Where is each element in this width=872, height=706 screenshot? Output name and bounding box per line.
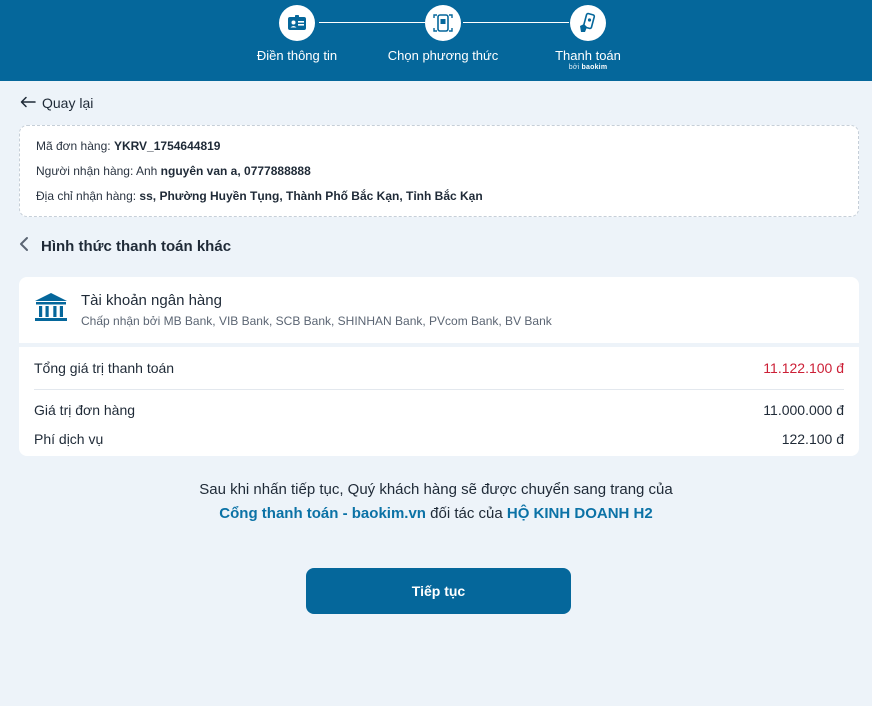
bank-text: Tài khoản ngân hàng Chấp nhận bởi MB Ban… — [81, 292, 552, 328]
address-line: Địa chỉ nhận hàng: ss, Phường Huyền Tụng… — [36, 189, 842, 214]
order-value-row: Giá trị đơn hàng 11.000.000 đ — [34, 390, 844, 426]
total-value: 11.122.100 đ — [763, 360, 844, 376]
checkout-stepper: Điền thông tin Chọn phương thức Thanh to… — [0, 0, 872, 81]
chevron-left-icon — [19, 236, 29, 256]
redirect-note-line1: Sau khi nhấn tiếp tục, Quý khách hàng sẽ… — [199, 481, 673, 498]
bank-icon — [33, 291, 69, 330]
receiver-line: Người nhận hàng: Anh nguyên van a, 07778… — [36, 164, 842, 189]
step-payment: Thanh toán bởi baokim — [513, 5, 663, 71]
payment-method-icon — [425, 5, 461, 41]
receiver-label: Người nhận hàng: Anh — [36, 164, 158, 178]
gateway-name: Cổng thanh toán - baokim.vn — [219, 505, 426, 522]
redirect-note: Sau khi nhấn tiếp tục, Quý khách hàng sẽ… — [0, 478, 872, 526]
service-fee-label: Phí dịch vụ — [34, 431, 104, 447]
bank-account-option[interactable]: Tài khoản ngân hàng Chấp nhận bởi MB Ban… — [19, 277, 859, 343]
address-label: Địa chỉ nhận hàng: — [36, 189, 137, 203]
step-sublabel: bởi baokim — [513, 64, 663, 71]
address-value: ss, Phường Huyền Tụng, Thành Phố Bắc Kạn… — [139, 189, 483, 203]
order-value-label: Giá trị đơn hàng — [34, 402, 136, 418]
note-middle: đối tác của — [425, 505, 507, 522]
id-card-icon — [279, 5, 315, 41]
baokim-logo: baokim — [581, 64, 608, 71]
total-label: Tổng giá trị thanh toán — [34, 360, 175, 376]
order-value: 11.000.000 đ — [763, 402, 844, 418]
step-choose-method: Chọn phương thức — [368, 5, 518, 63]
sublabel-prefix: bởi — [568, 64, 580, 71]
redirect-note-line2: Cổng thanh toán - baokim.vn đối tác của … — [0, 502, 872, 526]
step-label: Thanh toán — [555, 48, 621, 63]
service-fee-row: Phí dịch vụ 122.100 đ — [34, 426, 844, 452]
receiver-value: nguyên van a, 0777888888 — [160, 164, 311, 178]
order-code-line: Mã đơn hàng: YKRV_1754644819 — [36, 139, 842, 164]
payment-summary: Tổng giá trị thanh toán 11.122.100 đ Giá… — [19, 347, 859, 456]
order-info-card: Mã đơn hàng: YKRV_1754644819 Người nhận … — [19, 125, 859, 217]
order-code-label: Mã đơn hàng: — [36, 139, 111, 153]
back-label: Quay lại — [42, 95, 94, 111]
arrow-left-icon — [20, 95, 36, 111]
service-fee-value: 122.100 đ — [781, 431, 844, 447]
continue-button[interactable]: Tiếp tục — [306, 568, 571, 614]
other-payment-methods-toggle[interactable]: Hình thức thanh toán khác — [19, 235, 231, 257]
section-title: Hình thức thanh toán khác — [41, 237, 232, 255]
step-label: Chọn phương thức — [387, 48, 499, 63]
back-button[interactable]: Quay lại — [20, 94, 93, 112]
step-fill-info: Điền thông tin — [222, 5, 372, 63]
bank-description: Chấp nhận bởi MB Bank, VIB Bank, SCB Ban… — [81, 314, 552, 328]
phone-payment-icon — [570, 5, 606, 41]
bank-title: Tài khoản ngân hàng — [81, 292, 222, 309]
merchant-name: HỘ KINH DOANH H2 — [506, 505, 653, 522]
order-code-value: YKRV_1754644819 — [113, 139, 221, 153]
step-label: Điền thông tin — [256, 48, 338, 63]
total-row: Tổng giá trị thanh toán 11.122.100 đ — [34, 347, 844, 390]
